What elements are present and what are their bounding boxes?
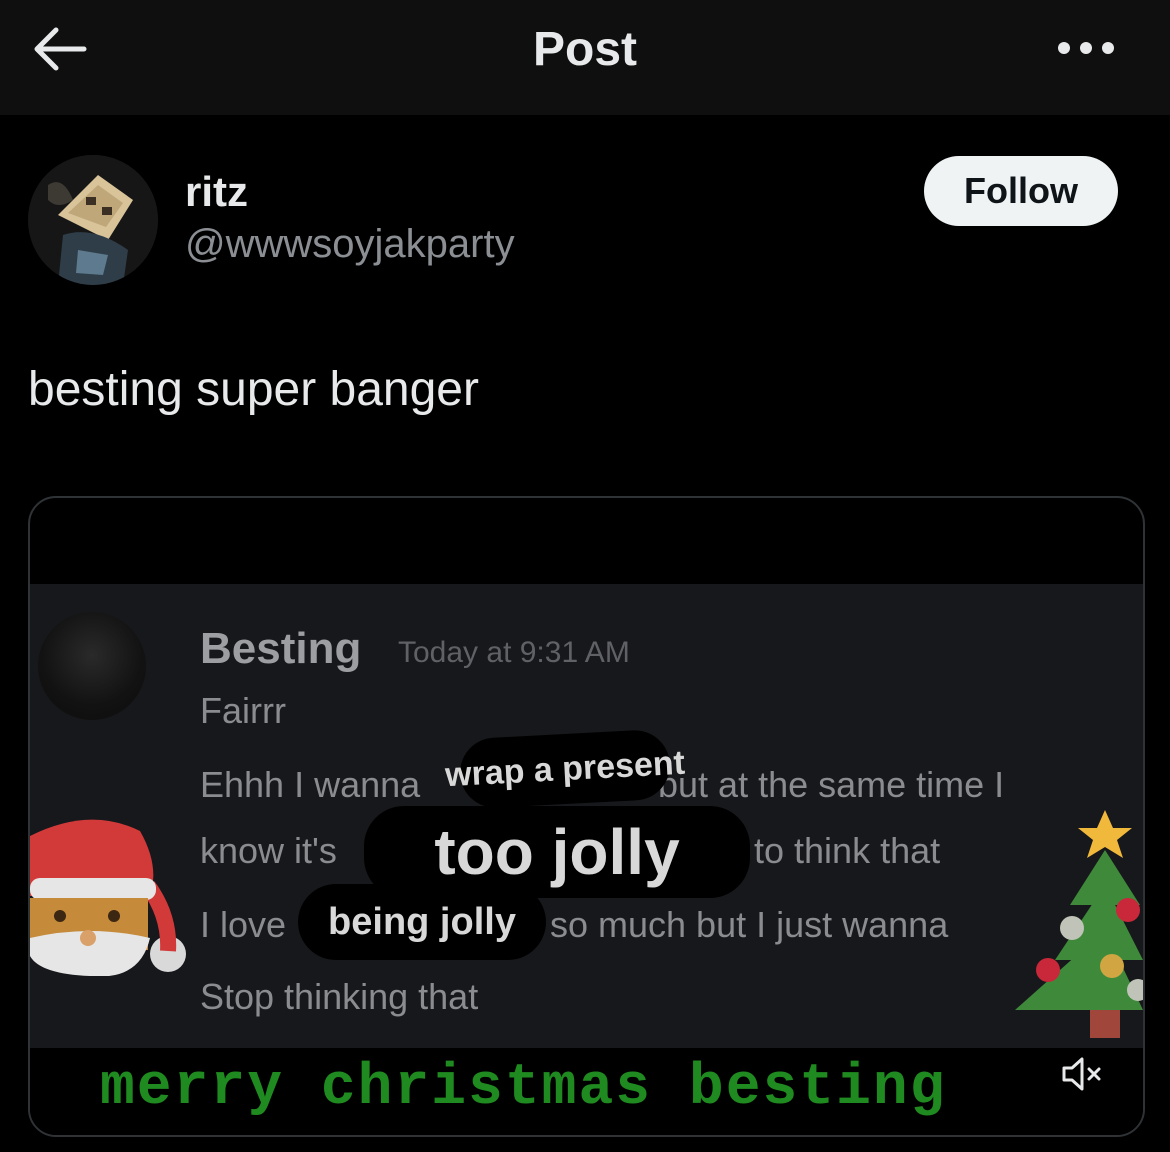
santa-emoji-icon [30,819,186,976]
video-frame: Besting Today at 9:31 AM Fairrr Ehhh I w… [30,584,1143,1048]
message-line: to think that [754,830,941,871]
sticker-wrap-present: wrap a present [444,728,686,810]
message-line: so much but I just wanna [550,904,949,945]
page-title: Post [532,23,637,76]
mute-button[interactable] [1060,1054,1104,1094]
message-line: know it's [200,830,337,871]
post-text: besting super banger [28,363,479,416]
message-timestamp: Today at 9:31 AM [398,636,630,669]
video-caption-bar: merry christmas besting [30,1048,1143,1135]
message-line: Ehhh I wanna [200,764,421,805]
message-line: but at the same time I [658,764,1005,805]
video-player[interactable]: Besting Today at 9:31 AM Fairrr Ehhh I w… [28,496,1145,1137]
sticker-being-jolly: being jolly [298,884,546,960]
christmas-tree-icon [1015,810,1143,1038]
more-options-button[interactable] [1052,30,1122,66]
message-avatar [38,612,146,720]
avatar[interactable] [28,155,158,285]
more-horizontal-icon [1058,42,1114,54]
message-line: Stop thinking that [200,976,479,1017]
author-name[interactable]: ritz [185,168,248,216]
top-bar: Post [0,0,1170,115]
message-author: Besting [200,624,362,673]
video-caption: merry christmas besting [100,1056,947,1121]
follow-button[interactable]: Follow [924,156,1118,226]
message-line: Fairrr [200,690,286,731]
message-line: I love [200,904,287,945]
author-handle[interactable]: @wwwsoyjakparty [185,222,515,267]
volume-muted-icon [1062,1057,1101,1091]
avatar-image [28,155,158,285]
